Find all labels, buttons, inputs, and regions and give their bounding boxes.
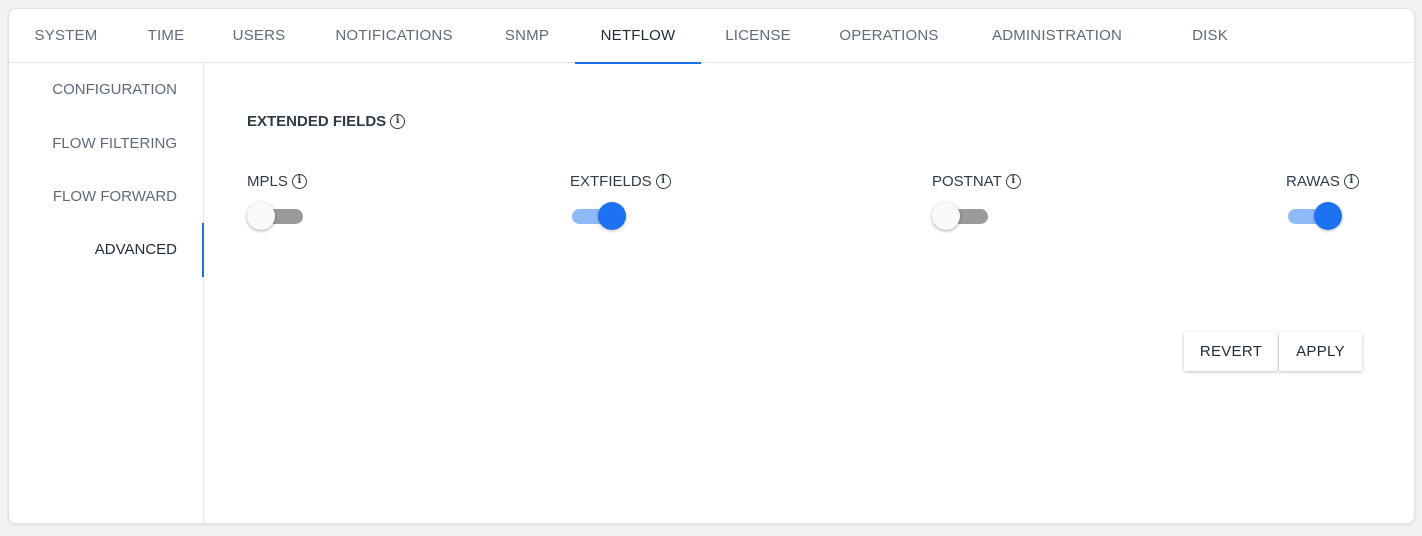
rawas-toggle[interactable] — [1286, 202, 1344, 230]
tab-system[interactable]: SYSTEM — [11, 9, 121, 63]
field-label-text: RAWAS — [1286, 173, 1340, 190]
field-label-text: EXTFIELDS — [570, 173, 652, 190]
tab-users[interactable]: USERS — [215, 9, 303, 63]
tab-netflow[interactable]: NETFLOW — [575, 9, 701, 64]
extfields-toggle[interactable] — [570, 202, 628, 230]
field-mpls: MPLS i — [247, 173, 307, 230]
info-icon[interactable]: i — [655, 174, 671, 189]
settings-card: SYSTEM TIME USERS NOTIFICATIONS SNMP NET… — [8, 8, 1415, 524]
tab-administration[interactable]: ADMINISTRATION — [975, 9, 1139, 63]
sidebar-item-flow-filtering[interactable]: FLOW FILTERING — [9, 117, 203, 171]
tab-license[interactable]: LICENSE — [713, 9, 803, 63]
field-label-text: POSTNAT — [932, 173, 1002, 190]
postnat-toggle[interactable] — [932, 202, 990, 230]
tab-operations[interactable]: OPERATIONS — [825, 9, 953, 63]
mpls-toggle[interactable] — [247, 202, 305, 230]
info-icon[interactable]: i — [390, 114, 406, 129]
info-icon[interactable]: i — [1005, 174, 1021, 189]
tab-notifications[interactable]: NOTIFICATIONS — [317, 9, 471, 63]
field-label: EXTFIELDS i — [570, 173, 671, 190]
info-icon[interactable]: i — [291, 174, 307, 189]
top-tab-bar: SYSTEM TIME USERS NOTIFICATIONS SNMP NET… — [9, 9, 1414, 64]
field-label: MPLS i — [247, 173, 307, 190]
apply-button[interactable]: APPLY — [1279, 332, 1362, 371]
toggle-thumb — [598, 202, 626, 230]
field-label-text: MPLS — [247, 173, 288, 190]
revert-button[interactable]: REVERT — [1184, 332, 1278, 371]
toggle-thumb — [1314, 202, 1342, 230]
tab-disk[interactable]: DISK — [1163, 9, 1257, 63]
field-label: POSTNAT i — [932, 173, 1021, 190]
field-postnat: POSTNAT i — [932, 173, 1021, 230]
section-title: EXTENDED FIELDS i — [247, 113, 406, 130]
field-rawas: RAWAS i — [1286, 173, 1359, 230]
side-nav: CONFIGURATION FLOW FILTERING FLOW FORWAR… — [9, 63, 204, 523]
toggle-thumb — [932, 202, 960, 230]
field-label: RAWAS i — [1286, 173, 1359, 190]
field-extfields: EXTFIELDS i — [570, 173, 671, 230]
tab-snmp[interactable]: SNMP — [487, 9, 567, 63]
info-icon[interactable]: i — [1343, 174, 1359, 189]
toggle-thumb — [247, 202, 275, 230]
tab-time[interactable]: TIME — [131, 9, 201, 63]
sidebar-item-advanced[interactable]: ADVANCED — [9, 223, 204, 277]
sidebar-item-configuration[interactable]: CONFIGURATION — [9, 63, 203, 117]
sidebar-item-flow-forward[interactable]: FLOW FORWARD — [9, 170, 203, 224]
section-title-text: EXTENDED FIELDS — [247, 113, 387, 130]
